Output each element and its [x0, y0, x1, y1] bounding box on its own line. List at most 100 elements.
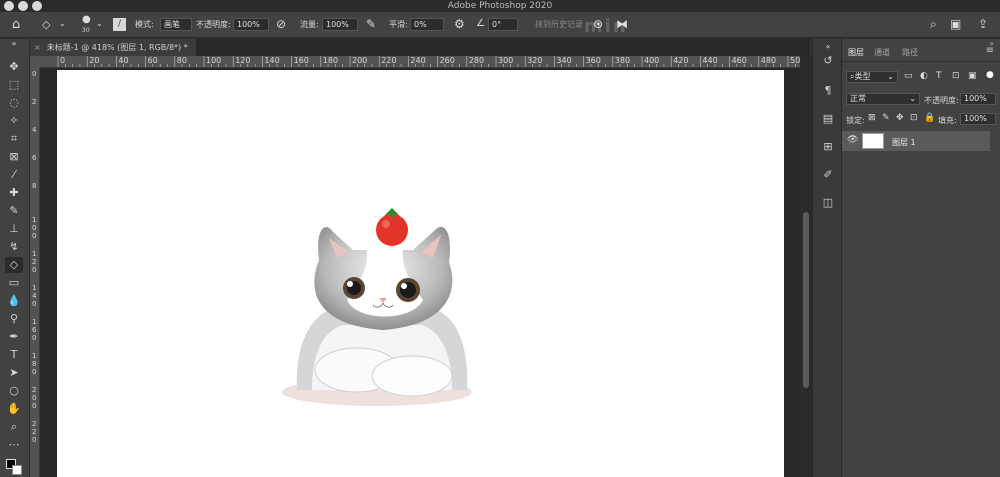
- brush-settings-icon[interactable]: /: [113, 18, 126, 31]
- chevron-down-icon[interactable]: ⌄: [96, 20, 103, 28]
- gear-icon[interactable]: ⚙: [454, 18, 465, 30]
- quick-select-tool-icon[interactable]: ✧: [5, 113, 23, 129]
- ruler-label: 80: [176, 56, 187, 65]
- clone-stamp-tool-icon[interactable]: ⊥: [5, 221, 23, 237]
- layer-opacity-input[interactable]: 100%: [960, 93, 996, 105]
- history-panel-icon[interactable]: ↺: [820, 53, 836, 69]
- options-bar: ⌂ ◇ ⌄ ● 30 ⌄ / 模式: 画笔 不透明度: 100% ⊘ 流量: 1…: [0, 12, 1000, 38]
- blend-mode-select[interactable]: 正常 ⌄: [846, 93, 920, 105]
- tab-paths[interactable]: 路径: [902, 47, 918, 58]
- lock-pixels-icon[interactable]: ✎: [882, 114, 890, 123]
- filter-toggle-icon[interactable]: ●: [986, 71, 994, 80]
- chevron-down-icon[interactable]: ⌄: [59, 20, 66, 28]
- airbrush-icon[interactable]: ✎: [366, 18, 376, 30]
- brushes-panel-icon[interactable]: ✐: [820, 167, 836, 183]
- ruler-label: 320: [527, 56, 543, 65]
- panel-menu-icon[interactable]: ≡: [986, 45, 994, 56]
- lock-all-icon[interactable]: 🔒: [924, 114, 935, 123]
- horizontal-ruler[interactable]: 0 20 40 60 80 100 120 140 160 180 200 220 240 260 280 3…: [40, 56, 800, 68]
- layer-filter-select[interactable]: ⌕类型 ⌄: [846, 71, 898, 83]
- collapse-toolbar-icon[interactable]: »: [5, 39, 23, 49]
- background-color-swatch[interactable]: [12, 465, 22, 475]
- swatches-panel-icon[interactable]: ⊞: [820, 139, 836, 155]
- document-tab-bar: × 未标题-1 @ 418% (图层 1, RGB/8*) *: [30, 39, 810, 56]
- layer-filter-label: 类型: [854, 72, 871, 81]
- type-tool-icon[interactable]: T: [5, 347, 23, 363]
- blur-tool-icon[interactable]: 💧: [5, 293, 23, 309]
- lock-position-icon[interactable]: ✥: [896, 114, 904, 123]
- brush-tool-icon[interactable]: ✎: [5, 203, 23, 219]
- share-icon[interactable]: ⇪: [978, 18, 988, 30]
- gradient-tool-icon[interactable]: ▭: [5, 275, 23, 291]
- move-tool-icon[interactable]: ✥: [5, 59, 23, 75]
- brush-preview-icon[interactable]: ●: [82, 15, 91, 25]
- watermark: min: [584, 16, 628, 37]
- mode-select[interactable]: 画笔: [160, 18, 192, 31]
- ruler-label: 460: [731, 56, 747, 65]
- ellipse-tool-icon[interactable]: ○: [5, 383, 23, 399]
- frame-tool-icon[interactable]: ⊠: [5, 149, 23, 165]
- eraser-tool-icon[interactable]: ◇: [5, 257, 23, 273]
- ruler-label: 260: [439, 56, 455, 65]
- tab-channels[interactable]: 通道: [874, 47, 890, 58]
- layer-name: 图层 1: [892, 138, 916, 147]
- close-tab-icon[interactable]: ×: [34, 43, 41, 52]
- workspace-icon[interactable]: ▣: [950, 18, 961, 30]
- search-icon[interactable]: ⌕: [930, 18, 937, 30]
- pen-tool-icon[interactable]: ✒: [5, 329, 23, 345]
- filter-shape-icon[interactable]: ⊡: [952, 72, 960, 81]
- eyedropper-tool-icon[interactable]: ⁄: [5, 167, 23, 183]
- ruler-label: 440: [702, 56, 718, 65]
- ruler-label: 360: [585, 56, 601, 65]
- fill-input[interactable]: 100%: [960, 113, 996, 125]
- ruler-label: 180: [322, 56, 339, 65]
- angle-input[interactable]: 0°: [488, 18, 518, 31]
- lock-artboard-icon[interactable]: ⊡: [910, 114, 918, 123]
- eye-icon[interactable]: 👁: [847, 136, 858, 145]
- filter-type-icon[interactable]: T: [936, 72, 942, 81]
- document-tab-label: 未标题-1 @ 418% (图层 1, RGB/8*) *: [46, 43, 188, 52]
- opacity-label: 不透明度:: [196, 20, 231, 29]
- smoothing-input[interactable]: 0%: [410, 18, 444, 31]
- ruler-label: 40: [118, 56, 129, 65]
- ruler-label: 100: [206, 56, 222, 65]
- marquee-tool-icon[interactable]: ⬚: [5, 77, 23, 93]
- history-brush-tool-icon[interactable]: ↯: [5, 239, 23, 255]
- libraries-panel-icon[interactable]: ◫: [820, 195, 836, 211]
- document-canvas[interactable]: [57, 70, 784, 477]
- ruler-corner[interactable]: [30, 56, 40, 68]
- flow-input[interactable]: 100%: [322, 18, 358, 31]
- scroll-thumb[interactable]: [803, 212, 809, 388]
- crop-tool-icon[interactable]: ⌗: [5, 131, 23, 147]
- home-icon[interactable]: ⌂: [12, 18, 20, 31]
- properties-panel-icon[interactable]: ▤: [820, 111, 836, 127]
- document-tab[interactable]: × 未标题-1 @ 418% (图层 1, RGB/8*) *: [30, 39, 196, 56]
- more-tools-icon[interactable]: ⋯: [5, 437, 23, 453]
- vertical-ruler[interactable]: 02468100120140160180200220: [30, 68, 40, 477]
- filter-adjustment-icon[interactable]: ◐: [920, 72, 928, 81]
- path-selection-tool-icon[interactable]: ➤: [5, 365, 23, 381]
- angle-icon: ∠: [476, 18, 485, 29]
- erase-history-label[interactable]: 抹到历史记录: [535, 19, 583, 30]
- window-title: Adobe Photoshop 2020: [447, 1, 553, 11]
- vertical-scrollbar[interactable]: [800, 56, 812, 477]
- filter-smart-object-icon[interactable]: ▣: [968, 72, 977, 81]
- layer-opacity-value: 100%: [964, 94, 987, 103]
- lasso-tool-icon[interactable]: ◌: [5, 95, 23, 111]
- filter-pixel-icon[interactable]: ▭: [904, 72, 913, 81]
- ruler-label: 20: [89, 56, 100, 65]
- tab-layers[interactable]: 图层: [848, 47, 864, 58]
- healing-brush-tool-icon[interactable]: ✚: [5, 185, 23, 201]
- dodge-tool-icon[interactable]: ⚲: [5, 311, 23, 327]
- opacity-input[interactable]: 100%: [233, 18, 269, 31]
- pressure-opacity-icon[interactable]: ⊘: [276, 18, 286, 30]
- ruler-label: 400: [644, 56, 660, 65]
- paragraph-panel-icon[interactable]: ¶: [820, 83, 836, 99]
- lock-transparent-icon[interactable]: ⊠: [868, 114, 876, 123]
- hand-tool-icon[interactable]: ✋: [5, 401, 23, 417]
- eraser-tool-preset-icon[interactable]: ◇: [42, 19, 50, 30]
- ruler-label: 240: [410, 56, 426, 65]
- chevron-down-icon: ⌄: [909, 94, 916, 103]
- layer-row[interactable]: 👁 图层 1: [842, 131, 990, 151]
- zoom-tool-icon[interactable]: ⌕: [5, 419, 23, 435]
